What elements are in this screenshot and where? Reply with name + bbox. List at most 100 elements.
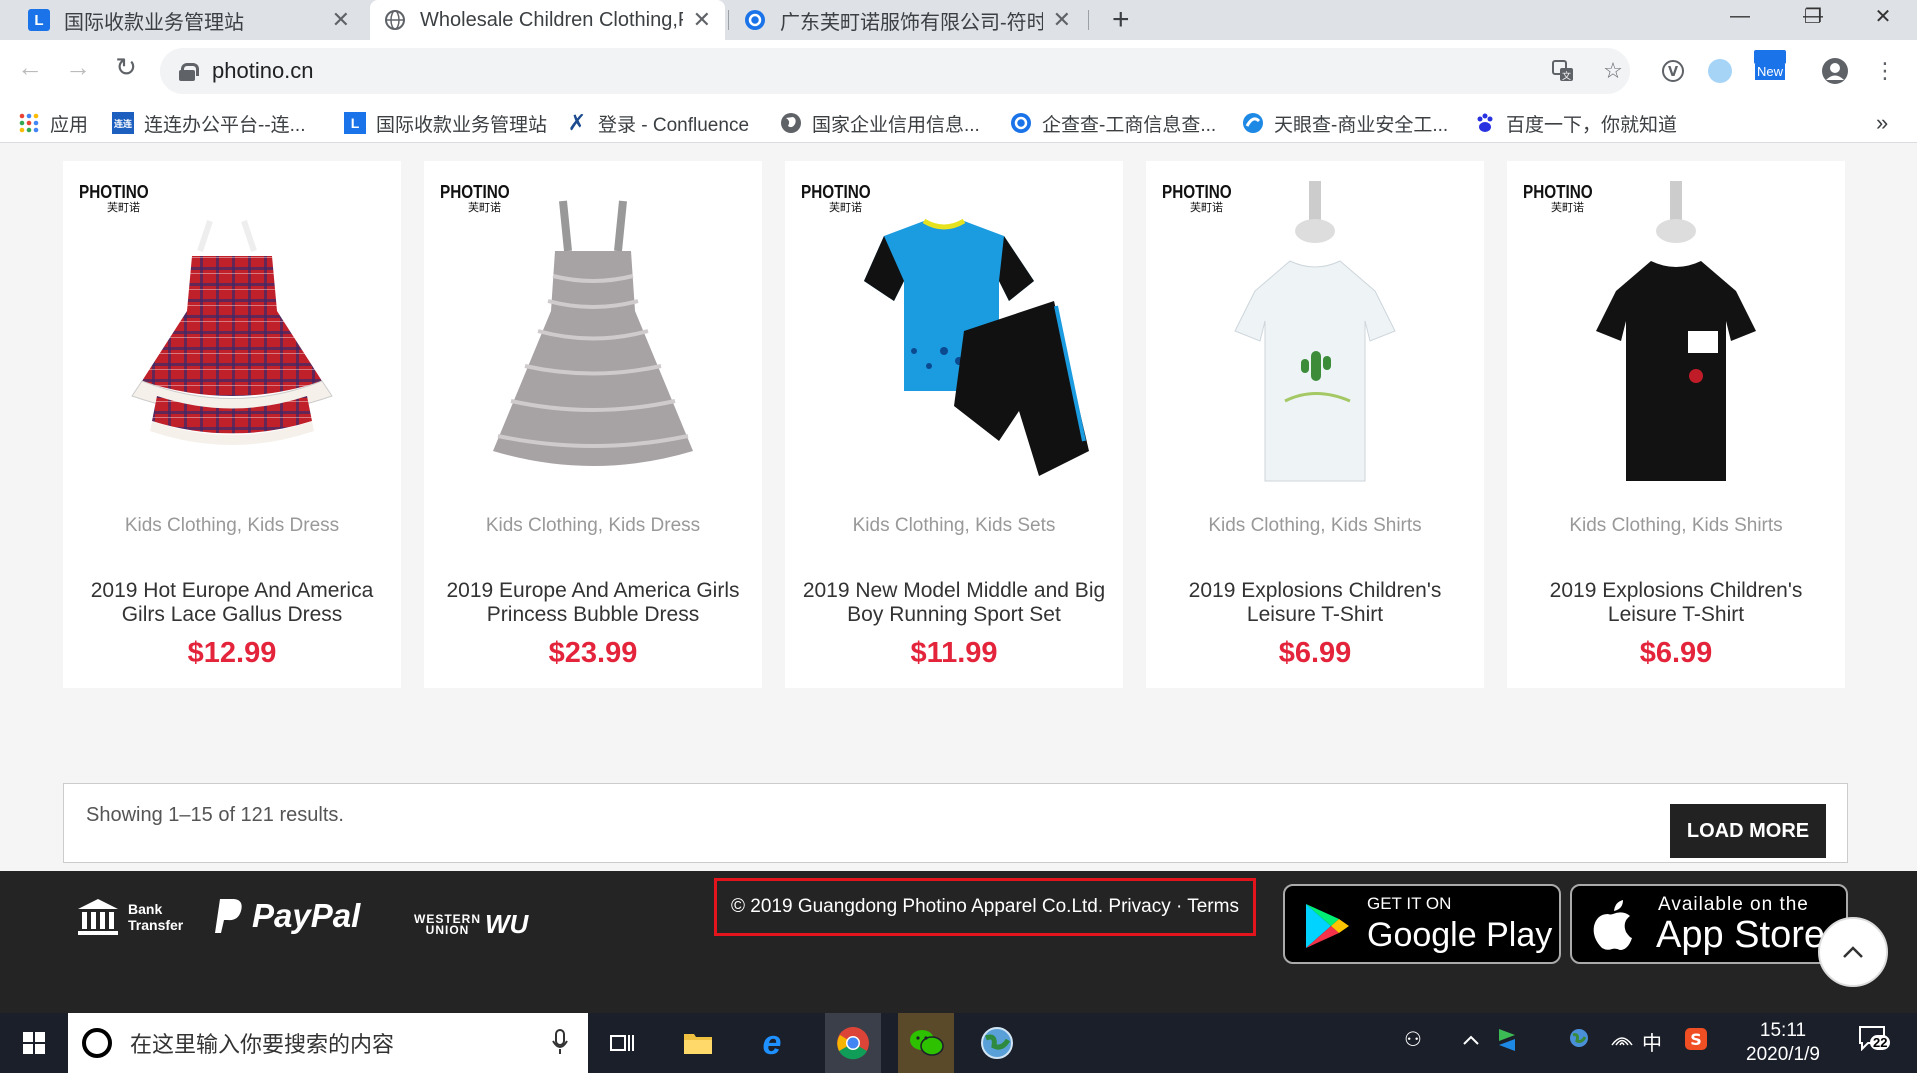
notification-center-icon[interactable]: 22 <box>1858 1025 1891 1057</box>
bookmark-tianyancha[interactable]: 天眼查-商业安全工... <box>1242 109 1448 137</box>
available-on-label: Available on the <box>1658 894 1809 915</box>
product-name[interactable]: 2019 Hot Europe And America Gilrs Lace G… <box>73 579 391 627</box>
product-card[interactable]: PHOTINO 芙町诺 Kids Clothing, Kids Sets 201… <box>785 161 1123 688</box>
address-bar[interactable]: photino.cn <box>160 48 1630 94</box>
bookmark-confluence[interactable]: ✗ 登录 - Confluence <box>566 109 749 137</box>
svg-text:文: 文 <box>1562 70 1571 82</box>
file-explorer-icon[interactable] <box>676 1021 720 1065</box>
product-price: $6.99 <box>1278 637 1352 669</box>
bookmark-star-icon[interactable]: ☆ <box>1598 56 1628 86</box>
edge-browser-icon[interactable]: e <box>750 1021 794 1065</box>
product-price: $11.99 <box>910 637 998 669</box>
extension-new-icon[interactable]: New <box>1750 50 1790 80</box>
product-category[interactable]: Kids Clothing, Kids Sets <box>785 515 1123 537</box>
sogou-ime-icon[interactable]: S <box>1684 1027 1708 1057</box>
photino-logo: PHOTINO 芙町诺 <box>440 182 510 214</box>
bookmark-gsxt[interactable]: 国家企业信用信息... <box>780 109 980 137</box>
app-store-label: App Store <box>1656 914 1825 956</box>
bookmark-guojishoukuan[interactable]: L 国际收款业务管理站 <box>344 109 547 137</box>
qichacha-icon <box>744 9 766 31</box>
tab-title: 国际收款业务管理站 <box>64 11 244 34</box>
product-card[interactable]: PHOTINO 芙町诺 Kids Clothing, Kids Shirts 2… <box>1146 161 1484 688</box>
product-price: $12.99 <box>187 637 277 669</box>
minimize-icon[interactable]: — <box>1715 0 1765 32</box>
profile-avatar-icon[interactable] <box>1820 56 1850 86</box>
product-image-sport-set[interactable] <box>804 181 1104 511</box>
product-name[interactable]: 2019 Explosions Children's Leisure T-Shi… <box>1156 579 1474 627</box>
google-play-badge[interactable]: GET IT ON Google Play <box>1283 884 1561 964</box>
reload-icon[interactable]: ↻ <box>106 52 146 83</box>
product-image-plaid-dress[interactable] <box>82 181 382 511</box>
chrome-taskbar-icon[interactable] <box>825 1013 881 1073</box>
product-price: $6.99 <box>1639 637 1713 669</box>
bookmark-label: 登录 - Confluence <box>598 114 750 136</box>
product-image-bubble-dress[interactable] <box>443 181 743 511</box>
task-view-icon[interactable] <box>600 1021 644 1065</box>
load-more-button[interactable]: LOAD MORE <box>1670 804 1826 858</box>
bookmarks-bar: 应用 连连 连连办公平台--连... L 国际收款业务管理站 ✗ 登录 - Co… <box>0 103 1917 143</box>
chevron-up-icon <box>1843 946 1863 958</box>
close-icon[interactable]: ✕ <box>693 7 711 33</box>
extension-circle-icon[interactable] <box>1705 56 1735 86</box>
product-name[interactable]: 2019 New Model Middle and Big Boy Runnin… <box>795 579 1113 627</box>
close-window-icon[interactable]: ✕ <box>1858 0 1908 32</box>
wechat-icon[interactable] <box>898 1013 954 1073</box>
translate-icon[interactable]: 文 <box>1548 56 1578 86</box>
system-clock[interactable]: 15:11 2020/1/9 <box>1738 1019 1828 1067</box>
copyright-text[interactable]: © 2019 Guangdong Photino Apparel Co.Ltd.… <box>731 896 1239 918</box>
scroll-to-top-button[interactable] <box>1818 917 1888 987</box>
people-icon[interactable]: ⚇ <box>1404 1027 1422 1052</box>
extension-v-icon[interactable]: V <box>1658 56 1688 86</box>
product-category[interactable]: Kids Clothing, Kids Dress <box>63 515 401 537</box>
close-icon[interactable]: ✕ <box>1053 7 1071 33</box>
restore-icon[interactable]: ❐ <box>1788 0 1838 32</box>
network-globe-app-icon[interactable] <box>975 1021 1019 1065</box>
bank-label: Bank <box>128 901 163 917</box>
product-category[interactable]: Kids Clothing, Kids Dress <box>424 515 762 537</box>
product-category[interactable]: Kids Clothing, Kids Shirts <box>1507 515 1845 537</box>
l-favicon-icon: L <box>28 9 50 31</box>
notification-count: 22 <box>1870 1035 1891 1050</box>
bookmark-baidu[interactable]: 百度一下，你就知道 <box>1474 109 1677 137</box>
product-name[interactable]: 2019 Europe And America Girls Princess B… <box>434 579 752 627</box>
tab-guojishoukuan[interactable]: L 国际收款业务管理站 ✕ <box>14 0 364 40</box>
back-icon[interactable]: ← <box>10 52 50 83</box>
new-tab-button[interactable]: + <box>1098 0 1142 40</box>
ime-indicator[interactable]: 中 <box>1642 1027 1662 1056</box>
product-card[interactable]: PHOTINO 芙町诺 Kids Clothing, Kids Dress 20… <box>63 161 401 688</box>
windows-start-icon[interactable] <box>12 1021 56 1065</box>
bookmark-apps[interactable]: 应用 <box>18 109 88 137</box>
transfer-label: Transfer <box>128 917 184 933</box>
close-icon[interactable]: ✕ <box>332 7 350 33</box>
product-image-white-tshirt[interactable] <box>1165 181 1465 511</box>
app-store-badge[interactable]: Available on the App Store <box>1570 884 1848 964</box>
get-it-on-label: GET IT ON <box>1367 894 1452 913</box>
wu-mark: WU <box>485 909 529 939</box>
lianlian-icon: 连连 <box>112 112 134 134</box>
photino-logo: PHOTINO 芙町诺 <box>1523 182 1593 214</box>
bookmark-label: 国际收款业务管理站 <box>376 114 548 136</box>
product-category[interactable]: Kids Clothing, Kids Shirts <box>1146 515 1484 537</box>
forward-icon[interactable]: → <box>58 52 98 83</box>
paypal-label: PayPal <box>252 897 361 934</box>
product-card[interactable]: PHOTINO 芙町诺 Kids Clothing, Kids Dress 20… <box>424 161 762 688</box>
chevron-up-tray-icon[interactable] <box>1462 1029 1480 1052</box>
product-card[interactable]: PHOTINO 芙町诺 Kids Clothing, Kids Shirts 2… <box>1507 161 1845 688</box>
tab-photino-company[interactable]: 广东芙町诺服饰有限公司-符时钊 ✕ <box>730 0 1085 40</box>
clock-time: 15:11 <box>1759 1020 1807 1041</box>
tab-wholesale-children-clothing[interactable]: Wholesale Children Clothing,P ✕ <box>370 0 725 40</box>
bookmark-label: 企查查-工商信息查... <box>1042 114 1217 136</box>
globe-icon <box>780 112 802 134</box>
bookmark-lianlian[interactable]: 连连 连连办公平台--连... <box>112 109 306 137</box>
site-footer: Bank Transfer PayPal WESTERN UNION WU © … <box>0 871 1917 1013</box>
bookmark-qichacha[interactable]: 企查查-工商信息查... <box>1010 109 1216 137</box>
bookmarks-overflow-button[interactable]: » <box>1876 109 1888 137</box>
wifi-icon[interactable] <box>1610 1027 1634 1053</box>
tray-app-icon[interactable] <box>1496 1027 1518 1059</box>
menu-kebab-icon[interactable]: ⋮ <box>1870 56 1900 86</box>
microphone-icon[interactable] <box>552 1029 568 1060</box>
taskbar-search-input[interactable]: 在这里输入你要搜索的内容 <box>68 1013 588 1073</box>
product-name[interactable]: 2019 Explosions Children's Leisure T-Shi… <box>1517 579 1835 627</box>
tray-globe-icon[interactable] <box>1568 1027 1590 1055</box>
product-image-black-tshirt[interactable] <box>1526 181 1826 511</box>
